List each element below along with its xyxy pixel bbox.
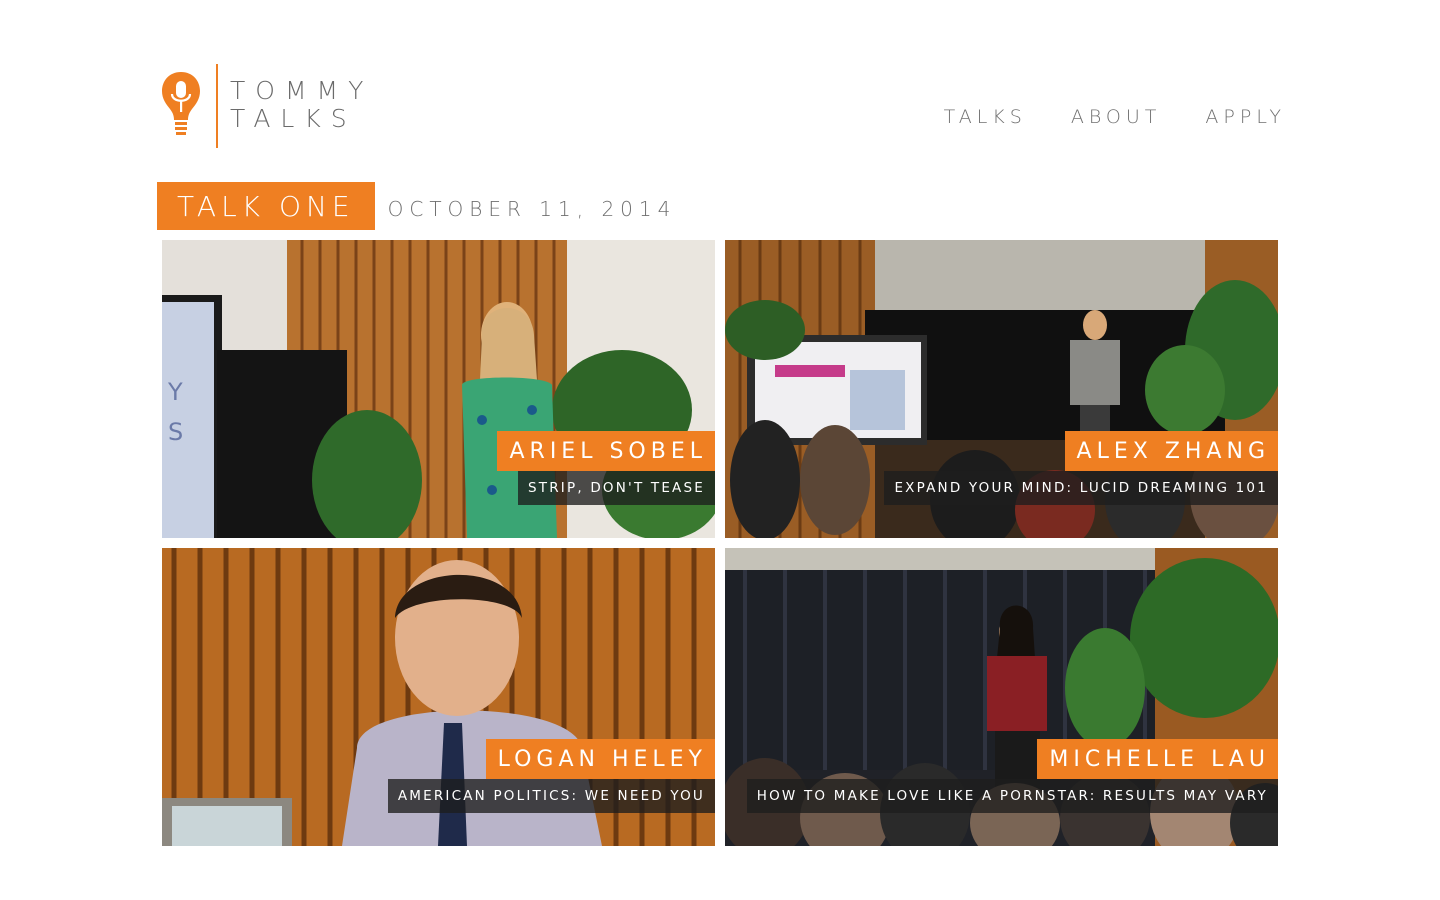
talk-card-michelle-lau[interactable]: MICHELLE LAU HOW TO MAKE LOVE LIKE A POR…	[725, 548, 1278, 846]
main-nav: TALKS ABOUT APPLY	[944, 108, 1286, 127]
site-logo[interactable]: TOMMY TALKS	[160, 64, 370, 148]
section-date: OCTOBER 11, 2014	[387, 197, 677, 221]
section-label: TALK ONE	[157, 182, 375, 230]
section-heading: TALK ONE OCTOBER 11, 2014	[157, 182, 676, 230]
talk-title: HOW TO MAKE LOVE LIKE A PORNSTAR: RESULT…	[746, 779, 1278, 813]
talk-title: EXPAND YOUR MIND: LUCID DREAMING 101	[884, 471, 1278, 505]
speaker-name: MICHELLE LAU	[1037, 739, 1278, 779]
nav-talks[interactable]: TALKS	[944, 108, 1027, 127]
nav-apply[interactable]: APPLY	[1205, 108, 1286, 127]
talk-title: STRIP, DON'T TEASE	[518, 471, 715, 505]
talk-card-logan-heley[interactable]: LOGAN HELEY AMERICAN POLITICS: WE NEED Y…	[162, 548, 715, 846]
talk-title: AMERICAN POLITICS: WE NEED YOU	[387, 779, 715, 813]
speaker-name: LOGAN HELEY	[485, 739, 715, 779]
logo-text-line1: TOMMY	[230, 76, 374, 105]
talk-grid: Y S ARIEL SOBEL STRIP, DON'T TEASE ALEX …	[162, 240, 1278, 846]
svg-text:S: S	[168, 418, 183, 446]
logo-text-line2: TALKS	[230, 104, 357, 133]
speaker-name: ALEX ZHANG	[1064, 431, 1278, 471]
logo-divider	[216, 64, 218, 148]
talk-card-ariel-sobel[interactable]: Y S ARIEL SOBEL STRIP, DON'T TEASE	[162, 240, 715, 538]
svg-text:Y: Y	[167, 378, 183, 406]
speaker-name: ARIEL SOBEL	[497, 431, 715, 471]
talk-card-alex-zhang[interactable]: ALEX ZHANG EXPAND YOUR MIND: LUCID DREAM…	[725, 240, 1278, 538]
nav-about[interactable]: ABOUT	[1071, 108, 1162, 127]
lightbulb-microphone-icon	[162, 72, 200, 135]
